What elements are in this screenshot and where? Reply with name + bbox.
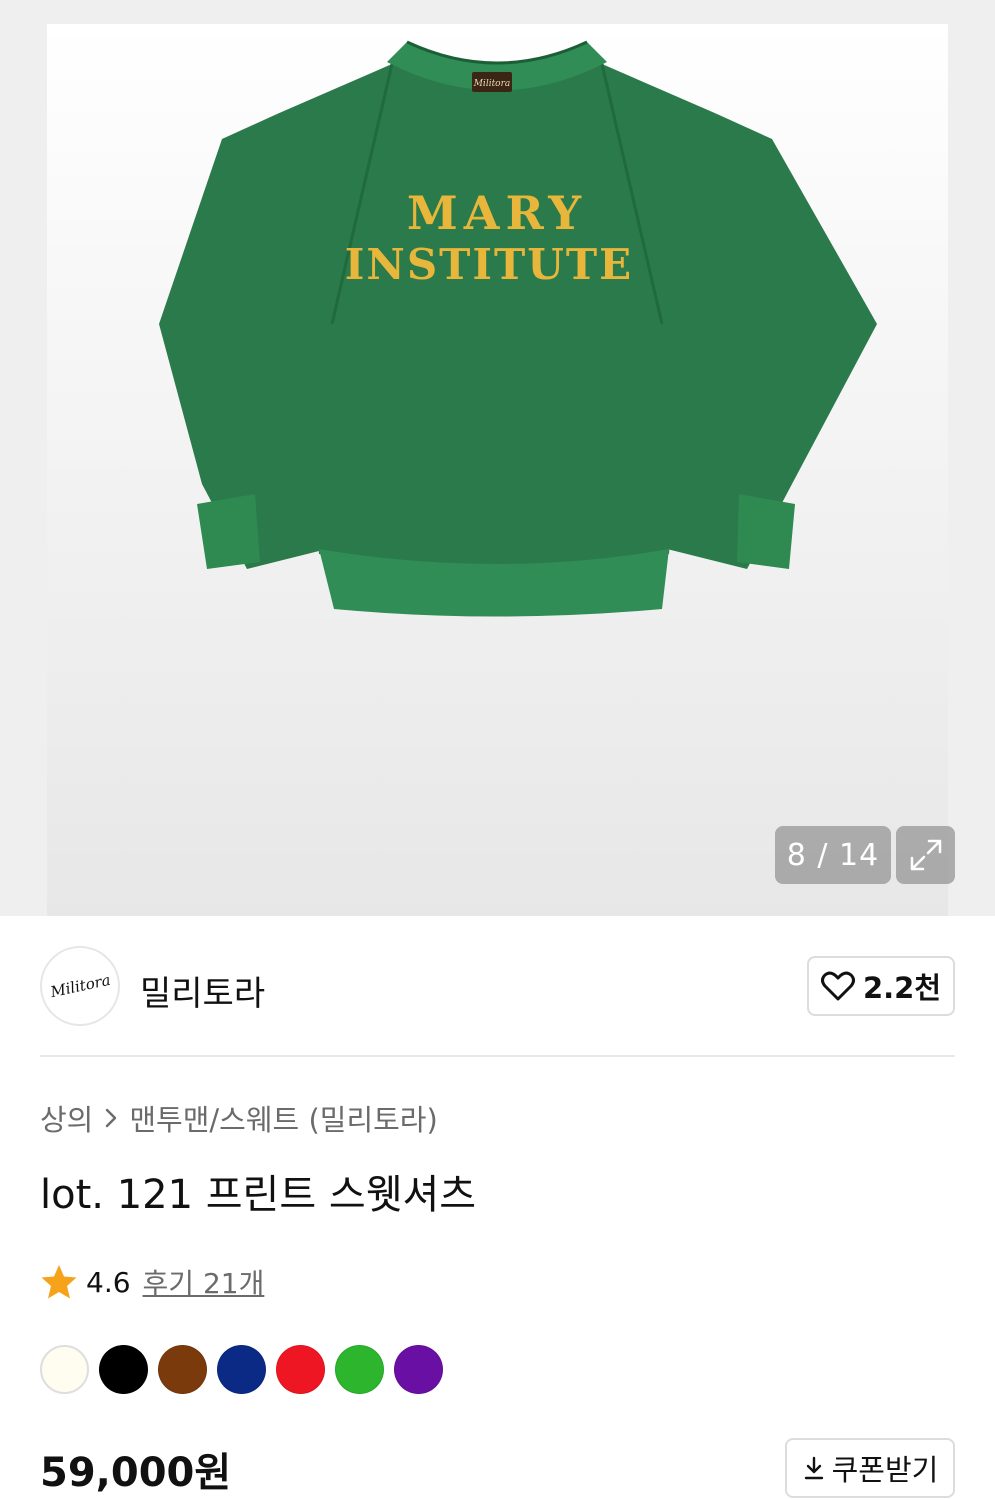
product-image-frame[interactable]: Militora MARY INSTITUTE [47, 24, 948, 916]
product-title: lot. 121 프린트 스웻셔츠 [40, 1172, 477, 1218]
color-swatch-red[interactable] [276, 1345, 325, 1394]
star-icon [41, 1265, 77, 1299]
color-swatch-navy[interactable] [217, 1345, 266, 1394]
expand-icon [910, 839, 941, 871]
color-swatch-purple[interactable] [394, 1345, 443, 1394]
image-counter: 8 / 14 [775, 826, 891, 884]
breadcrumb: 상의 맨투맨/스웨트 (밀리토라) [40, 1098, 438, 1138]
shirt-print-mary: MARY [407, 186, 587, 240]
sweatshirt-left-cuff [197, 494, 260, 569]
chevron-right-icon [106, 1108, 117, 1128]
like-button[interactable]: 2.2천 [807, 956, 955, 1016]
brand-row: Militora 밀리토라 2.2천 [40, 946, 955, 1026]
brand-logo[interactable]: Militora [40, 946, 120, 1026]
product-price: 59,000원 [40, 1450, 232, 1496]
heart-icon [820, 971, 855, 1001]
color-swatch-green[interactable] [335, 1345, 384, 1394]
expand-image-button[interactable] [896, 826, 955, 884]
reviews-link[interactable]: 후기 21개 [143, 1262, 265, 1302]
shirt-print-institute: INSTITUTE [345, 240, 633, 289]
product-image-gallery[interactable]: Militora MARY INSTITUTE 8 / 14 [0, 0, 995, 916]
divider [40, 1055, 955, 1057]
rating-value: 4.6 [86, 1265, 131, 1299]
sweatshirt-right-cuff [737, 494, 795, 569]
brand-name[interactable]: 밀리토라 [140, 966, 265, 1015]
breadcrumb-subcategory[interactable]: 맨투맨/스웨트 (밀리토라) [129, 1097, 437, 1139]
color-swatch-ivory[interactable] [40, 1345, 89, 1394]
coupon-button[interactable]: 쿠폰받기 [785, 1438, 955, 1498]
color-swatch-brown[interactable] [158, 1345, 207, 1394]
svg-text:Militora: Militora [473, 79, 511, 89]
coupon-label: 쿠폰받기 [831, 1453, 939, 1487]
breadcrumb-category[interactable]: 상의 [40, 1097, 93, 1139]
color-swatches [40, 1345, 443, 1395]
rating-row: 4.6 후기 21개 [40, 1260, 264, 1304]
like-count: 2.2천 [862, 971, 942, 1005]
brand-logo-text: Militora [48, 970, 112, 1002]
color-swatch-black[interactable] [99, 1345, 148, 1394]
sweatshirt-body [277, 64, 717, 569]
download-icon [804, 1456, 823, 1480]
product-image: Militora MARY INSTITUTE [159, 40, 877, 617]
